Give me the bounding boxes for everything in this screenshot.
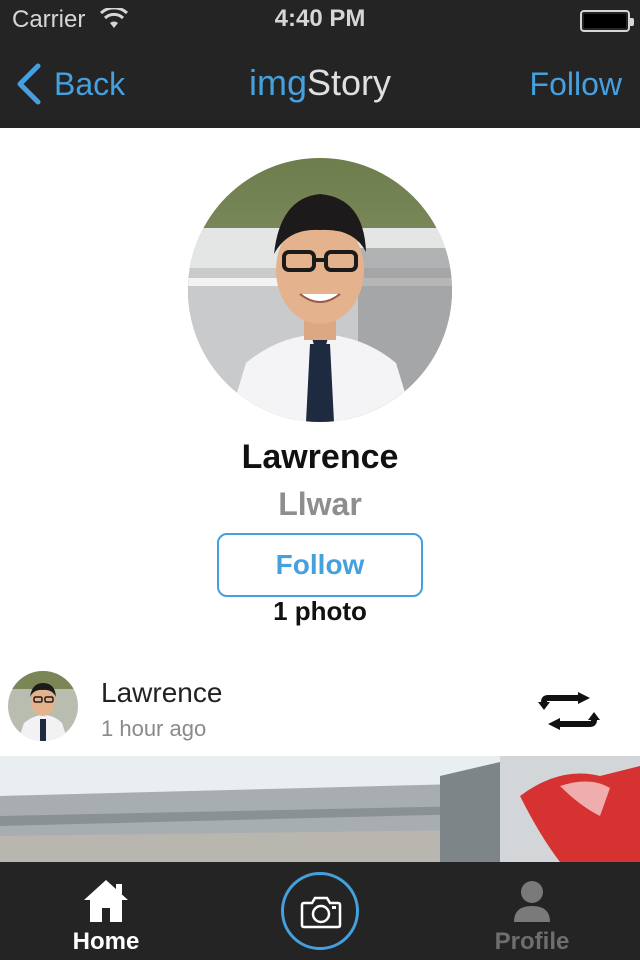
profile-avatar[interactable] bbox=[188, 158, 452, 422]
tab-home-label: Home bbox=[72, 928, 140, 955]
follow-button[interactable]: Follow bbox=[217, 533, 423, 597]
status-bar: Carrier 4:40 PM bbox=[0, 0, 640, 40]
profile-name: Lawrence bbox=[241, 438, 399, 476]
post-image[interactable] bbox=[0, 756, 640, 862]
repost-icon[interactable] bbox=[538, 692, 600, 730]
battery-icon bbox=[580, 10, 634, 32]
person-icon bbox=[514, 881, 550, 922]
top-bar: Carrier 4:40 PM Back imgStory Follow bbox=[0, 0, 640, 128]
home-icon bbox=[84, 880, 128, 922]
tab-profile-label: Profile bbox=[494, 928, 570, 955]
app-title-part1: img bbox=[248, 62, 307, 103]
post-author-name[interactable]: Lawrence bbox=[101, 677, 222, 709]
post-timestamp: 1 hour ago bbox=[101, 716, 207, 741]
profile-photo bbox=[188, 158, 452, 422]
tab-profile[interactable]: Profile bbox=[452, 862, 612, 960]
tab-home[interactable]: Home bbox=[26, 862, 186, 960]
profile-username: Llwar bbox=[278, 486, 362, 522]
photo-count: 1 photo bbox=[273, 596, 367, 626]
nav-follow-button[interactable]: Follow bbox=[530, 66, 622, 103]
app-title-part2: Story bbox=[306, 62, 392, 103]
post-author-avatar[interactable] bbox=[8, 671, 78, 741]
camera-button[interactable] bbox=[281, 872, 359, 950]
camera-icon bbox=[300, 896, 342, 929]
status-time: 4:40 PM bbox=[274, 5, 366, 32]
post-author-photo bbox=[8, 671, 78, 741]
